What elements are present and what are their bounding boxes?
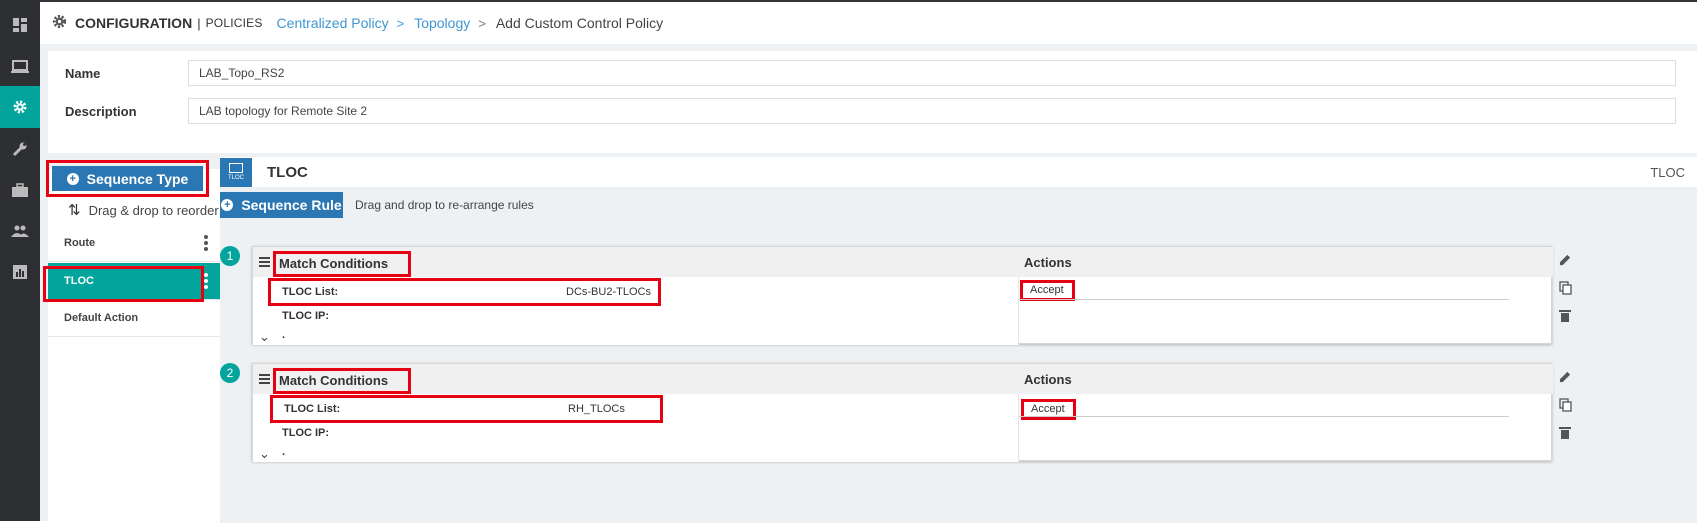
dashboard-icon[interactable] (0, 4, 40, 46)
sequence-panel: + Sequence Type ⇅ Drag & drop to reorder… (43, 160, 229, 523)
breadcrumb-separator: > (396, 15, 405, 31)
actions-title: Actions (1024, 372, 1072, 387)
rules-header: TLOC TLOC TLOC (220, 157, 1697, 187)
tloc-highlight (43, 266, 204, 302)
administration-icon[interactable] (0, 210, 40, 252)
tloc-list-row: TLOC List: RH_TLOCs (270, 395, 663, 423)
rule-header (253, 364, 1553, 394)
description-row: Description LAB topology for Remote Site… (48, 91, 1697, 131)
rule-card[interactable]: Match Conditions Actions TLOC List: RH_T… (252, 363, 1572, 462)
rule-card[interactable]: Match Conditions Actions TLOC List: DCs-… (252, 246, 1572, 345)
description-label: Description (65, 103, 137, 119)
add-icon: + (221, 199, 234, 211)
tloc-list-value: DCs-BU2-TLOCs (566, 286, 651, 298)
main-content: CONFIGURATION | POLICIES Centralized Pol… (40, 0, 1697, 523)
truncated-row: · (282, 332, 286, 344)
add-icon: + (66, 172, 79, 185)
copy-icon[interactable] (1559, 398, 1573, 412)
drag-handle-icon[interactable] (259, 257, 270, 267)
policy-form: Name LAB_Topo_RS2 Description LAB topolo… (48, 51, 1697, 153)
configuration-icon[interactable] (0, 86, 40, 128)
breadcrumb-separator: > (478, 15, 486, 31)
sequence-item-label: Route (64, 237, 96, 249)
rule-header (253, 247, 1553, 277)
tloc-ip-label: TLOC IP: (282, 427, 330, 439)
delete-icon[interactable] (1559, 309, 1573, 323)
drag-reorder-hint: ⇅ Drag & drop to reorder (68, 201, 219, 219)
divider (1019, 416, 1509, 417)
drag-rules-hint: Drag and drop to re-arrange rules (355, 198, 534, 212)
rules-panel: TLOC TLOC TLOC + Sequence Rule Drag and … (220, 157, 1697, 523)
page-header: CONFIGURATION | POLICIES Centralized Pol… (40, 2, 1697, 44)
name-row: Name LAB_Topo_RS2 (48, 53, 1697, 93)
drag-reorder-label: Drag & drop to reorder (88, 202, 219, 218)
sequence-type-label: Sequence Type (86, 170, 189, 187)
sequence-type-highlight: + Sequence Type (46, 160, 209, 197)
chevron-down-icon[interactable]: ⌄ (259, 446, 270, 462)
left-nav (0, 0, 40, 521)
match-conditions-body: TLOC List: DCs-BU2-TLOCs TLOC IP: · ⌄ (253, 277, 1018, 345)
tloc-list-label: TLOC List: (284, 403, 341, 415)
breadcrumb-centralized-policy[interactable]: Centralized Policy (277, 15, 389, 31)
actions-body: Accept (1018, 394, 1553, 462)
maintenance-icon[interactable] (0, 169, 40, 211)
more-options-icon[interactable] (204, 235, 208, 251)
subsection-title: POLICIES (205, 16, 263, 30)
name-label: Name (65, 65, 101, 81)
edit-icon[interactable] (1559, 253, 1573, 267)
analytics-icon[interactable] (0, 251, 40, 293)
delete-icon[interactable] (1559, 426, 1573, 440)
monitor-icon[interactable] (0, 46, 40, 88)
tloc-ip-label: TLOC IP: (282, 310, 330, 322)
tools-icon[interactable] (0, 128, 40, 170)
tloc-list-row: TLOC List: DCs-BU2-TLOCs (268, 278, 661, 306)
copy-icon[interactable] (1559, 281, 1573, 295)
edit-icon[interactable] (1559, 370, 1573, 384)
actions-title: Actions (1024, 255, 1072, 270)
sequence-item-default-action[interactable]: Default Action (48, 300, 229, 337)
description-field[interactable]: LAB topology for Remote Site 2 (188, 98, 1676, 124)
rules-type-label: TLOC (1650, 165, 1685, 180)
sequence-type-button[interactable]: + Sequence Type (52, 166, 203, 191)
rule-number-badge: 1 (220, 246, 240, 266)
chevron-down-icon[interactable]: ⌄ (259, 329, 270, 345)
actions-body: Accept (1018, 277, 1553, 345)
breadcrumb-current: Add Custom Control Policy (495, 15, 664, 31)
divider (1019, 299, 1509, 300)
truncated-row: · (282, 449, 286, 461)
gear-icon (52, 14, 67, 32)
sequence-item-label: Default Action (64, 312, 139, 324)
name-field[interactable]: LAB_Topo_RS2 (188, 60, 1676, 86)
tloc-list-value: RH_TLOCs (568, 403, 625, 415)
sequence-item-route[interactable]: Route (48, 225, 229, 262)
sequence-rule-label: Sequence Rule (241, 197, 342, 213)
section-title: CONFIGURATION (75, 15, 193, 31)
drag-handle-icon[interactable] (259, 374, 270, 384)
match-conditions-body: TLOC List: RH_TLOCs TLOC IP: · ⌄ (253, 394, 1018, 462)
tloc-icon: TLOC (220, 157, 252, 187)
more-options-icon[interactable] (204, 273, 208, 289)
title-separator: | (197, 15, 201, 31)
tloc-list-label: TLOC List: (282, 286, 339, 298)
match-conditions-title: Match Conditions (273, 251, 411, 277)
match-conditions-title: Match Conditions (273, 368, 411, 394)
rules-title: TLOC (267, 163, 308, 181)
action-value: Accept (1020, 280, 1075, 301)
breadcrumb-topology[interactable]: Topology (414, 15, 470, 31)
sequence-rule-button[interactable]: + Sequence Rule (220, 192, 343, 218)
rule-number-badge: 2 (220, 363, 240, 383)
reorder-arrows-icon: ⇅ (68, 202, 81, 219)
